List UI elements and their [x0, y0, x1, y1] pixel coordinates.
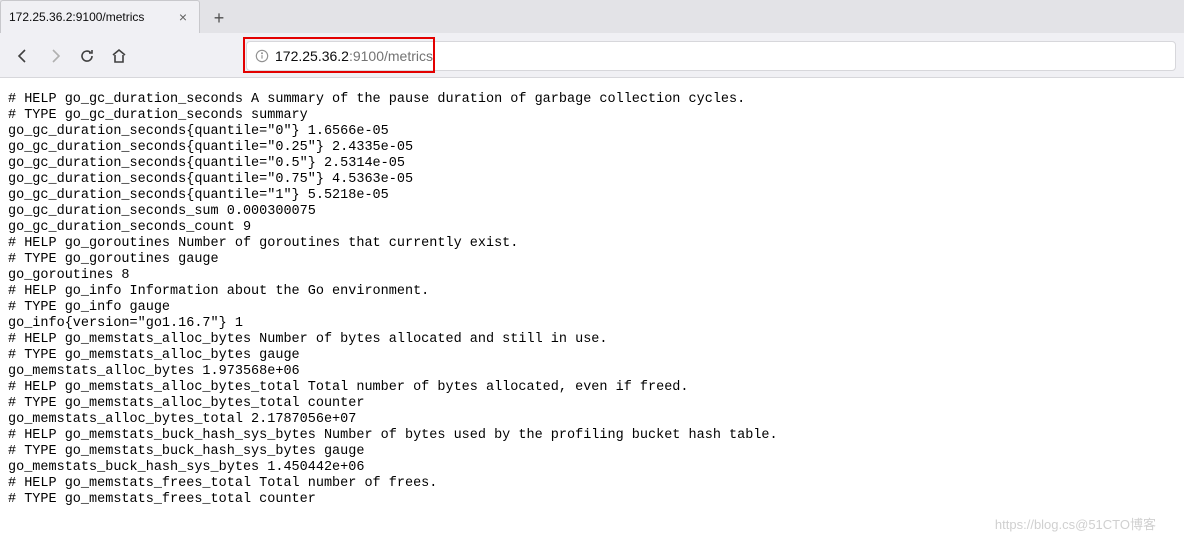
nav-toolbar: 172.25.36.2:9100/metrics — [0, 33, 1184, 78]
browser-tab[interactable]: 172.25.36.2:9100/metrics × — [0, 0, 200, 33]
url-port-path: :9100/metrics — [349, 48, 433, 64]
url-host: 172.25.36.2 — [275, 48, 349, 64]
arrow-left-icon — [15, 48, 31, 64]
arrow-right-icon — [47, 48, 63, 64]
page-content: # HELP go_gc_duration_seconds A summary … — [0, 78, 1184, 539]
url-text: 172.25.36.2:9100/metrics — [275, 48, 433, 64]
reload-button[interactable] — [72, 41, 102, 71]
metrics-text: # HELP go_gc_duration_seconds A summary … — [0, 78, 1184, 508]
browser-chrome: 172.25.36.2:9100/metrics × + 172.25.36.2… — [0, 0, 1184, 78]
back-button[interactable] — [8, 41, 38, 71]
tab-strip: 172.25.36.2:9100/metrics × + — [0, 0, 1184, 33]
info-icon — [255, 49, 269, 63]
forward-button[interactable] — [40, 41, 70, 71]
close-icon[interactable]: × — [175, 9, 191, 25]
reload-icon — [79, 48, 95, 64]
watermark: https://blog.cs@51CTO博客 — [995, 514, 1156, 533]
tab-title: 172.25.36.2:9100/metrics — [9, 10, 167, 24]
home-button[interactable] — [104, 41, 134, 71]
url-bar[interactable]: 172.25.36.2:9100/metrics — [246, 41, 1176, 71]
new-tab-button[interactable]: + — [204, 3, 234, 33]
home-icon — [111, 48, 127, 64]
